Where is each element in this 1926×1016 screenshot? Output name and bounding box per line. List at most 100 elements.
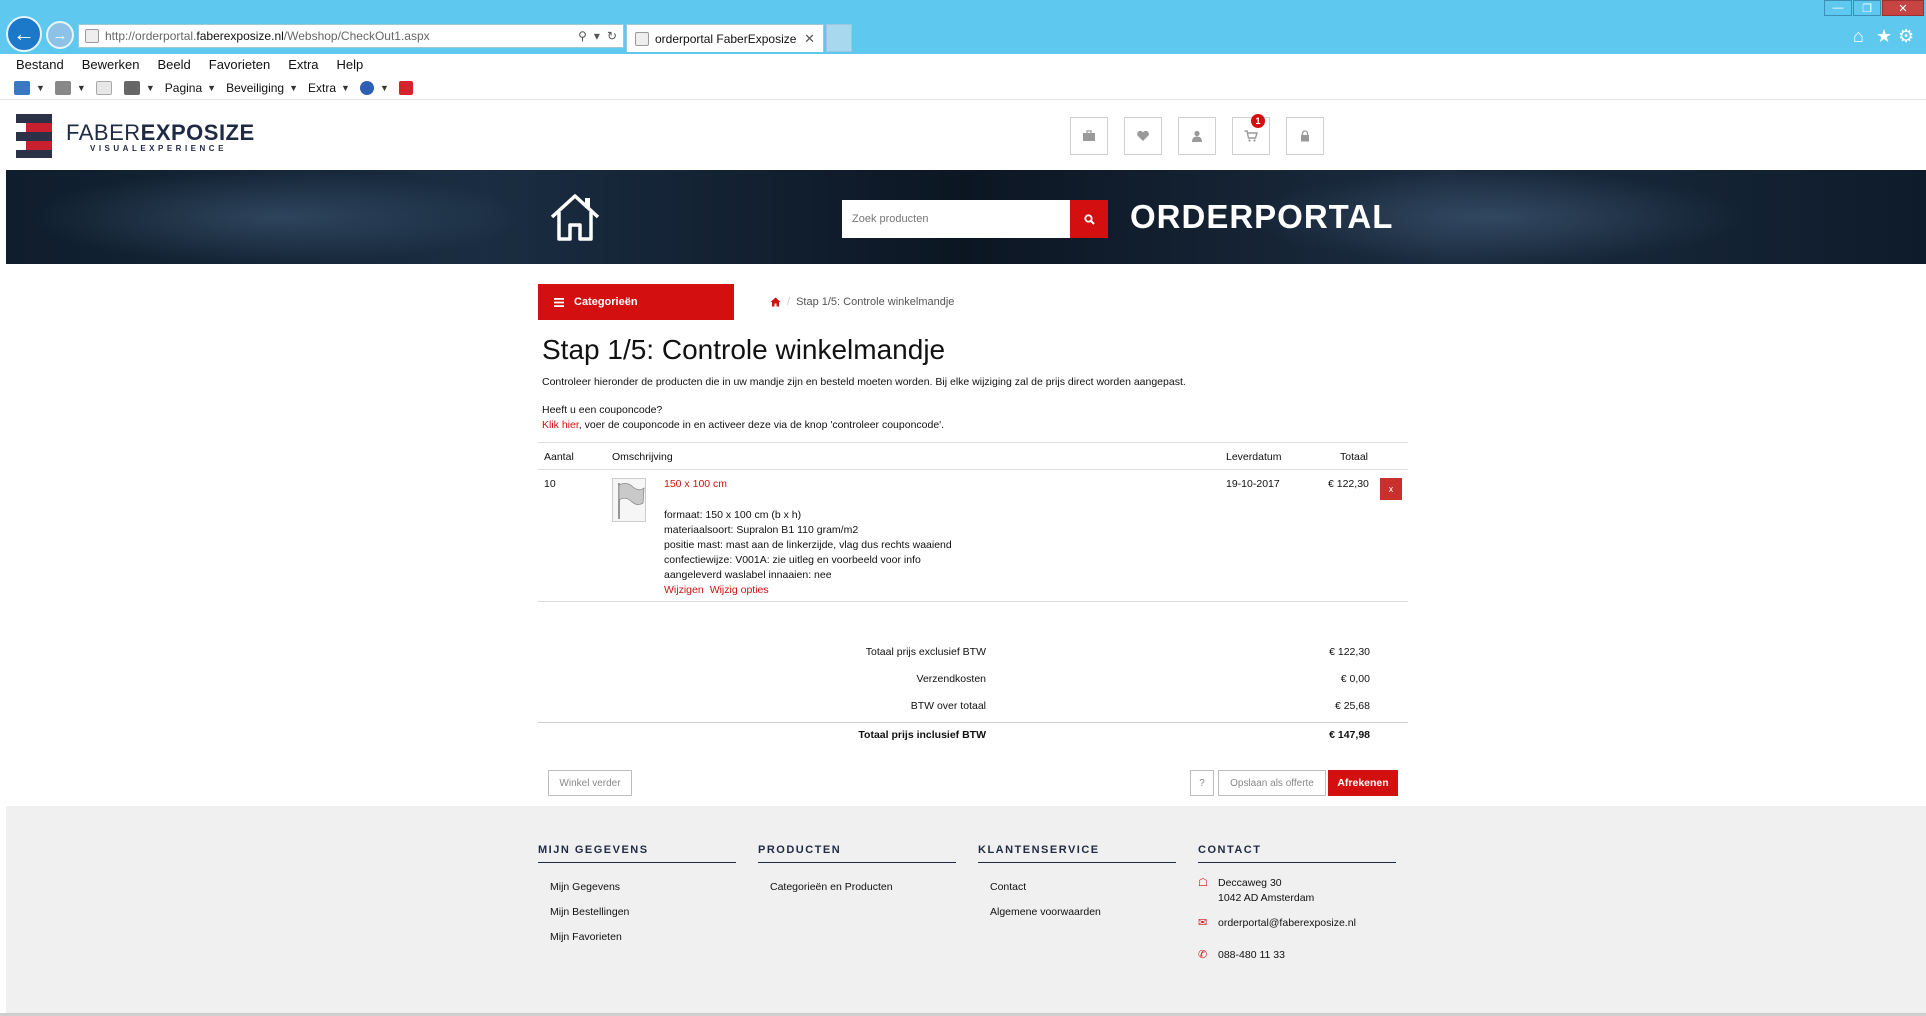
footer-heading: CONTACT	[1198, 844, 1396, 863]
search-input[interactable]	[842, 200, 1070, 238]
item-total: € 122,30	[1328, 478, 1369, 490]
menu-beeld[interactable]: Beeld	[158, 57, 191, 72]
footer-link-contact[interactable]: Contact	[990, 881, 1176, 893]
address-url[interactable]: http://orderportal.faberexposize.nl/Webs…	[105, 29, 578, 43]
chevron-down-icon[interactable]: ▼	[77, 83, 86, 93]
cart-button[interactable]: 1	[1232, 114, 1270, 155]
page-title: Stap 1/5: Controle winkelmandje	[542, 334, 946, 365]
cmd-beveiliging[interactable]: Beveiliging	[226, 81, 284, 95]
window-restore-button[interactable]: ❐	[1853, 0, 1881, 16]
vat-row: BTW over totaal € 25,68	[538, 694, 1408, 718]
chevron-down-icon[interactable]: ▼	[207, 83, 216, 93]
footer-heading: MIJN GEGEVENS	[538, 844, 736, 863]
chevron-down-icon[interactable]: ▼	[289, 83, 298, 93]
briefcase-button[interactable]	[1070, 117, 1108, 155]
footer-link-my-orders[interactable]: Mijn Bestellingen	[550, 906, 736, 918]
tab-close-icon[interactable]: ✕	[804, 31, 823, 47]
feeds-icon[interactable]	[54, 80, 71, 95]
phone-icon: ✆	[1198, 949, 1208, 961]
browser-command-bar: ▼ ▼ ▼ Pagina ▼ Beveiliging ▼ Extra ▼ ▼	[0, 76, 1926, 100]
faberexposize-logo[interactable]: FABEREXPOSIZE VISUALEXPERIENCE	[16, 114, 255, 158]
cmd-pagina[interactable]: Pagina	[165, 81, 202, 95]
footer-link-my-data[interactable]: Mijn Gegevens	[550, 881, 736, 893]
window-close-button[interactable]: ✕	[1882, 0, 1924, 16]
menu-favorieten[interactable]: Favorieten	[209, 57, 270, 72]
url-domain: faberexposize.nl	[196, 29, 284, 43]
footer-link-my-favorites[interactable]: Mijn Favorieten	[550, 931, 736, 943]
dropdown-arrow-icon[interactable]: ▾	[594, 29, 600, 43]
item-specs: formaat: 150 x 100 cm (b x h) materiaals…	[664, 508, 952, 583]
breadcrumb-current: Stap 1/5: Controle winkelmandje	[796, 296, 955, 308]
remove-item-button[interactable]: x	[1380, 478, 1402, 500]
breadcrumb-home-icon[interactable]	[770, 297, 781, 307]
breadcrumb: / Stap 1/5: Controle winkelmandje	[770, 296, 954, 308]
refresh-icon[interactable]: ↻	[607, 29, 617, 43]
coupon-link[interactable]: Klik hier	[542, 419, 579, 431]
item-delivery-date: 19-10-2017	[1226, 478, 1280, 490]
menu-bewerken[interactable]: Bewerken	[82, 57, 140, 72]
address-line-1: Deccaweg 30	[1218, 877, 1282, 889]
checkout-button[interactable]: Afrekenen	[1328, 770, 1398, 796]
chevron-down-icon[interactable]: ▼	[146, 83, 155, 93]
categories-button[interactable]: Categorieën	[538, 284, 734, 320]
edit-options-link[interactable]: Wijzig opties	[710, 584, 769, 596]
favorites-star-icon[interactable]: ★	[1876, 26, 1892, 47]
vat-value: € 25,68	[1334, 700, 1370, 712]
footer-link-categories[interactable]: Categorieën en Producten	[770, 881, 956, 893]
heart-icon	[1137, 130, 1149, 141]
email-link[interactable]: orderportal@faberexposize.nl	[1218, 916, 1356, 931]
logo-text-faber: FABER	[66, 119, 141, 145]
flag-icon	[618, 483, 645, 519]
save-as-quote-button[interactable]: Opslaan als offerte	[1218, 770, 1326, 796]
favorites-button[interactable]	[1124, 117, 1162, 155]
address-bar[interactable]: http://orderportal.faberexposize.nl/Webs…	[78, 24, 624, 48]
contact-phone: ✆ 088-480 11 33	[1198, 948, 1285, 963]
browser-tab[interactable]: orderportal FaberExposize ✕	[626, 24, 824, 52]
home-icon[interactable]: ⌂	[1853, 26, 1864, 47]
menu-help[interactable]: Help	[337, 57, 364, 72]
shipping-label: Verzendkosten	[916, 673, 986, 685]
mail-icon[interactable]	[95, 80, 112, 95]
edit-link[interactable]: Wijzigen	[664, 584, 704, 596]
addon-icon[interactable]	[398, 80, 413, 95]
print-icon[interactable]	[123, 80, 140, 95]
menu-bestand[interactable]: Bestand	[16, 57, 64, 72]
cmd-extra[interactable]: Extra	[308, 81, 336, 95]
search-icon[interactable]: ⚲	[578, 29, 587, 43]
spec-line: positie mast: mast aan de linkerzijde, v…	[664, 539, 952, 551]
help-icon[interactable]	[359, 80, 374, 95]
shipping-row: Verzendkosten € 0,00	[538, 667, 1408, 691]
forward-button[interactable]: →	[46, 21, 74, 49]
spec-line: formaat: 150 x 100 cm (b x h)	[664, 509, 802, 521]
home-icon[interactable]	[548, 192, 602, 242]
site-header: FABEREXPOSIZE VISUALEXPERIENCE 1	[6, 102, 1926, 170]
gear-icon[interactable]: ⚙	[1898, 26, 1914, 47]
login-button[interactable]	[1286, 117, 1324, 155]
chevron-down-icon[interactable]: ▼	[380, 83, 389, 93]
new-tab-button[interactable]	[826, 24, 852, 52]
tab-favicon-icon	[635, 31, 649, 46]
menu-extra[interactable]: Extra	[288, 57, 318, 72]
intro-text: Controleer hieronder de producten die in…	[542, 376, 1186, 388]
home-icon[interactable]	[14, 80, 30, 95]
coupon-rest-text: , voer de couponcode in en activeer deze…	[578, 419, 945, 431]
search-icon	[1083, 213, 1095, 225]
grand-total-row: Totaal prijs inclusief BTW € 147,98	[538, 722, 1408, 746]
spec-line: aangeleverd waslabel innaaien: nee	[664, 569, 832, 581]
window-minimize-button[interactable]: —	[1824, 0, 1852, 16]
col-header-delivery-date: Leverdatum	[1226, 451, 1282, 463]
home-icon: ☖	[1198, 877, 1208, 889]
item-name-link[interactable]: 150 x 100 cm	[664, 478, 727, 490]
logo-mark-icon	[16, 114, 52, 158]
portal-title: ORDERPORTAL	[1130, 198, 1394, 235]
help-button[interactable]: ?	[1190, 770, 1214, 796]
search-button[interactable]	[1070, 200, 1108, 238]
continue-shopping-button[interactable]: Winkel verder	[548, 770, 632, 796]
product-thumbnail[interactable]	[612, 478, 646, 522]
footer-link-terms[interactable]: Algemene voorwaarden	[990, 906, 1176, 918]
account-button[interactable]	[1178, 117, 1216, 155]
breadcrumb-separator: /	[787, 296, 791, 308]
chevron-down-icon[interactable]: ▼	[36, 83, 45, 93]
chevron-down-icon[interactable]: ▼	[341, 83, 350, 93]
back-button[interactable]: ←	[6, 16, 42, 52]
